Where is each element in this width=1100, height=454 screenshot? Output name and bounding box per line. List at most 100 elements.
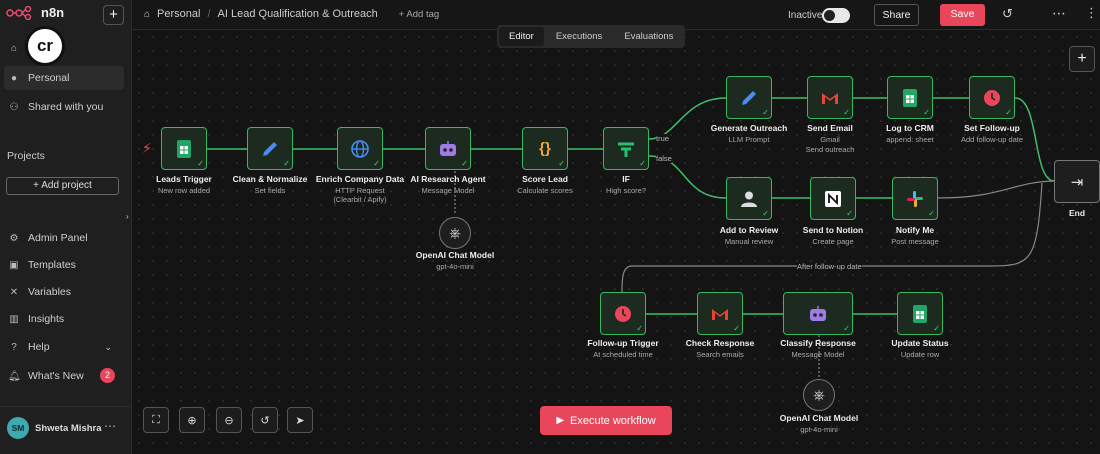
execute-workflow-button[interactable]: ▶ Execute workflow xyxy=(540,406,672,435)
n8n-logo[interactable]: n8n xyxy=(6,5,64,20)
sidebar-item-variables[interactable]: ✕ Variables xyxy=(4,280,124,304)
project-icon: ⌂ xyxy=(144,8,151,20)
more-options-icon[interactable]: ⋯ xyxy=(1052,5,1066,22)
success-check-icon: ✓ xyxy=(923,108,930,117)
sidebar-item-insights[interactable]: ▥ Insights xyxy=(4,307,124,331)
node-send-to-notion[interactable]: ✓ xyxy=(810,177,856,220)
workflow-name[interactable]: AI Lead Qualification & Outreach xyxy=(218,8,378,20)
node-add-to-review[interactable]: ✓ xyxy=(726,177,772,220)
node-enrich-company[interactable]: ✓ xyxy=(337,127,383,170)
share-button[interactable]: Share xyxy=(874,4,919,26)
clock-icon xyxy=(984,89,1000,106)
success-check-icon: ✓ xyxy=(843,108,850,117)
breadcrumb-separator: / xyxy=(207,8,211,20)
node-notify-me[interactable]: ✓ xyxy=(892,177,938,220)
robot-icon xyxy=(810,305,826,321)
node-generate-outreach[interactable]: ✓ xyxy=(726,76,772,119)
sidebar-item-label: Shared with you xyxy=(28,101,104,113)
active-status-label: Inactive xyxy=(788,10,823,21)
user-menu-icon[interactable]: ⋯ xyxy=(104,419,116,433)
node-sublabel-2: Send outreach xyxy=(805,145,855,154)
n8n-logo-icon xyxy=(6,5,32,20)
node-sublabel-2: (Clearbit / Apify) xyxy=(333,195,387,204)
node-sublabel: gpt-4o-mini xyxy=(800,425,838,434)
tab-executions[interactable]: Executions xyxy=(546,27,612,46)
pencil-icon xyxy=(263,141,277,156)
breadcrumb-project[interactable]: Personal xyxy=(157,8,200,20)
zoom-out-button[interactable]: ⊖ xyxy=(216,407,242,433)
node-ai-research-agent[interactable]: ✓ xyxy=(425,127,471,170)
tab-editor[interactable]: Editor xyxy=(499,27,544,46)
user-avatar[interactable]: SM xyxy=(7,417,29,439)
add-tag-button[interactable]: + Add tag xyxy=(399,9,439,20)
node-clean-normalize[interactable]: ✓ xyxy=(247,127,293,170)
node-set-follow-up[interactable]: ✓ xyxy=(969,76,1015,119)
code-icon: {} xyxy=(539,140,551,157)
success-check-icon: ✓ xyxy=(762,108,769,117)
fit-view-button[interactable]: ⛶ xyxy=(143,407,169,433)
workflow-canvas[interactable]: Editor Executions Evaluations + ⚡︎ ✓ Lea… xyxy=(132,25,1100,454)
zoom-out-icon: ⊖ xyxy=(224,414,234,427)
select-tool-button[interactable]: ➤ xyxy=(287,407,313,433)
add-project-button[interactable]: + Add project xyxy=(6,177,119,195)
node-end[interactable]: ⇥ xyxy=(1054,160,1100,203)
person-icon xyxy=(741,191,757,207)
tab-evaluations[interactable]: Evaluations xyxy=(614,27,683,46)
brand-name: n8n xyxy=(41,5,65,20)
node-leads-trigger[interactable]: ✓ xyxy=(161,127,207,170)
sidebar-item-templates[interactable]: ▣ Templates xyxy=(4,253,124,277)
sidebar-item-label: Templates xyxy=(28,259,76,271)
sidebar-item-help[interactable]: ? Help ⌄ xyxy=(4,335,124,359)
projects-heading: Projects xyxy=(7,150,45,162)
sidebar-item-label: Insights xyxy=(28,313,65,325)
node-sublabel: Post message xyxy=(891,237,939,246)
success-check-icon: ✓ xyxy=(733,324,740,333)
node-classify-response[interactable]: ✓ xyxy=(783,292,853,335)
save-button[interactable]: Save xyxy=(940,4,985,26)
robot-icon xyxy=(440,140,456,156)
node-openai-chat-model-2[interactable]: ⎈ xyxy=(803,379,835,411)
sidebar-item-admin[interactable]: ⚙ Admin Panel xyxy=(4,226,124,250)
node-sublabel: Add follow-up date xyxy=(960,135,1024,144)
node-label: End xyxy=(1068,208,1086,218)
cursor-icon: ➤ xyxy=(295,414,305,427)
sheets-icon xyxy=(903,88,917,107)
user-name: Shweta Mishra xyxy=(35,423,102,434)
kebab-menu-icon[interactable]: ⋮ xyxy=(1085,5,1098,21)
gmail-icon xyxy=(712,308,728,320)
openai-icon: ⎈ xyxy=(448,224,461,242)
history-icon[interactable]: ↺ xyxy=(1002,6,1013,22)
node-if[interactable]: ✓ xyxy=(603,127,649,170)
success-check-icon: ✓ xyxy=(846,209,853,218)
node-score-lead[interactable]: {} ✓ xyxy=(522,127,568,170)
success-check-icon: ✓ xyxy=(762,209,769,218)
zoom-in-button[interactable]: ⊕ xyxy=(179,407,205,433)
sheets-icon xyxy=(913,304,927,323)
chevron-down-icon: ⌄ xyxy=(104,341,112,352)
node-log-to-crm[interactable]: ✓ xyxy=(887,76,933,119)
success-check-icon: ✓ xyxy=(373,159,380,168)
zoom-in-icon: ⊕ xyxy=(187,414,197,427)
sidebar-item-home[interactable]: ⌂ xyxy=(4,36,124,60)
node-send-email[interactable]: ✓ xyxy=(807,76,853,119)
user-icon: ● xyxy=(10,72,18,84)
new-item-button[interactable]: + xyxy=(103,5,124,25)
node-label: Notify Me xyxy=(895,225,935,235)
node-label: OpenAI Chat Model xyxy=(779,413,859,423)
node-follow-up-trigger[interactable]: ✓ xyxy=(600,292,646,335)
pencil-icon xyxy=(742,90,756,105)
undo-button[interactable]: ↺ xyxy=(252,407,278,433)
node-sublabel: gpt-4o-mini xyxy=(436,262,474,271)
edge-label-false: false xyxy=(656,154,672,163)
sidebar-item-personal[interactable]: ● Personal xyxy=(4,66,124,90)
exit-icon: ⇥ xyxy=(1070,173,1084,191)
node-update-status[interactable]: ✓ xyxy=(897,292,943,335)
node-sublabel: High score? xyxy=(605,186,647,195)
node-check-response[interactable]: ✓ xyxy=(697,292,743,335)
active-toggle[interactable] xyxy=(822,8,850,23)
sheets-icon xyxy=(177,139,191,158)
node-sublabel: Update row xyxy=(900,350,940,359)
variables-icon: ✕ xyxy=(9,286,19,298)
sidebar-item-shared[interactable]: ⚇ Shared with you xyxy=(4,95,124,119)
node-openai-chat-model-1[interactable]: ⎈ xyxy=(439,217,471,249)
